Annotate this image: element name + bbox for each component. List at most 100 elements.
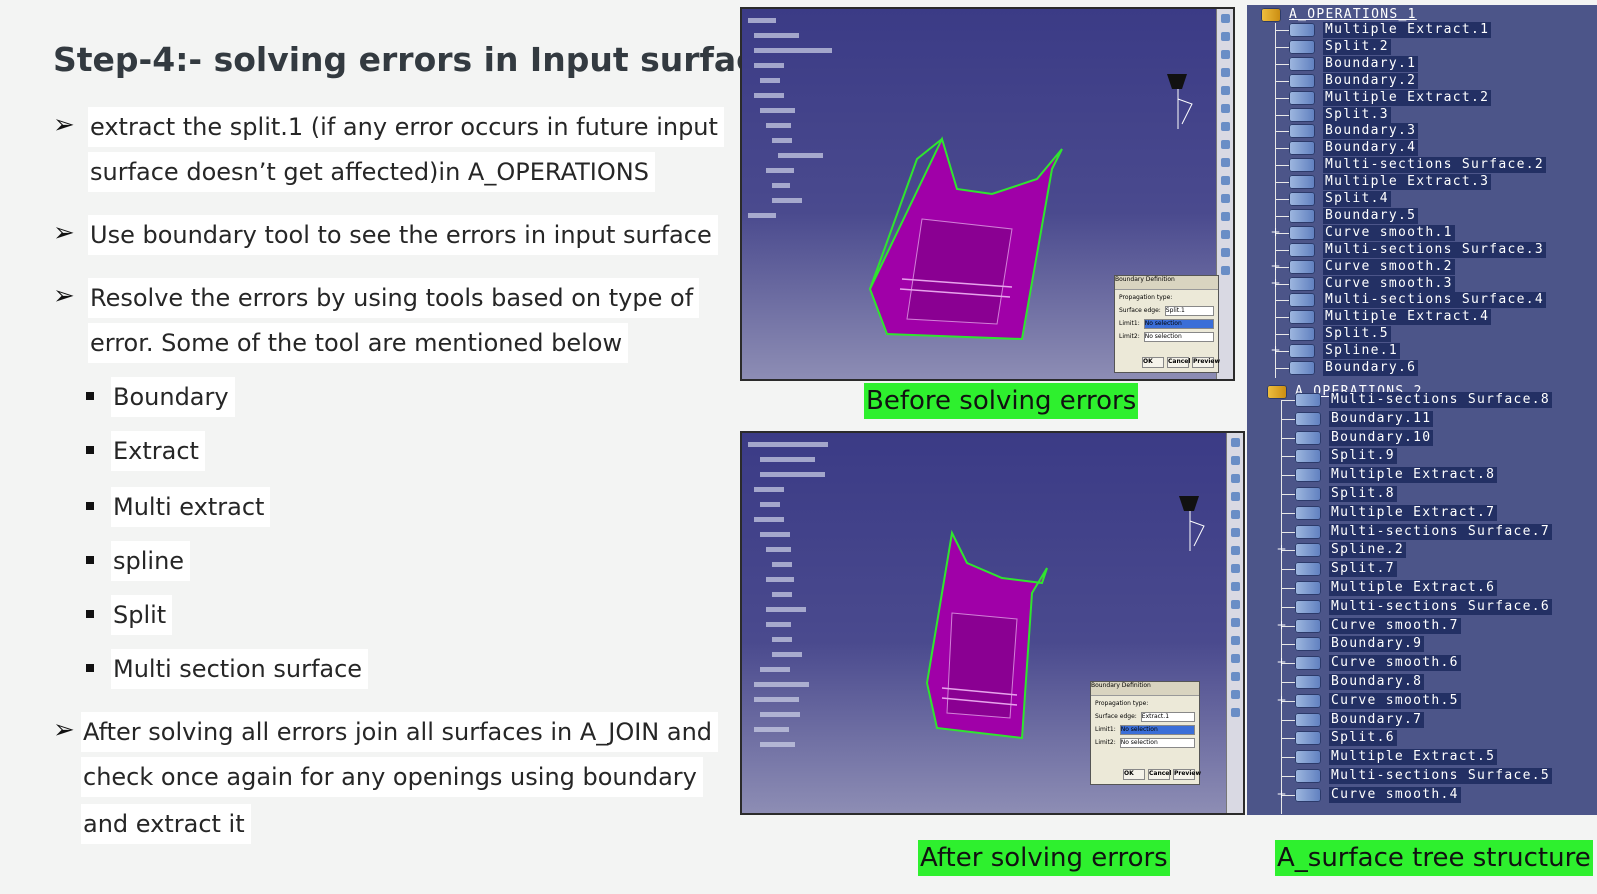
limit2-field[interactable]: No selection xyxy=(1143,331,1214,342)
tree-node-label: Multi-sections Surface.8 xyxy=(1329,392,1553,408)
caption-tree: A_surface tree structure xyxy=(1275,840,1593,876)
square-bullet-icon xyxy=(86,664,94,672)
bullet-1-line-2: surface doesn’t get affected)in A_OPERAT… xyxy=(88,152,655,192)
tree-node-label: Boundary.1 xyxy=(1323,55,1419,72)
tree-node[interactable]: Split.2 xyxy=(1289,38,1391,55)
extract-icon xyxy=(1295,505,1321,520)
ok-button[interactable]: OK xyxy=(1123,769,1145,780)
tree-node[interactable]: Multiple Extract.3 xyxy=(1289,174,1492,191)
tree-node[interactable]: Boundary.10 xyxy=(1295,429,1434,446)
limit1-label: Limit1: xyxy=(1119,320,1140,327)
boundary-icon xyxy=(1295,411,1321,426)
limit1-label: Limit1: xyxy=(1095,726,1116,733)
cad-spec-tree xyxy=(748,13,843,223)
tree-node[interactable]: Multiple Extract.7 xyxy=(1295,504,1498,521)
tree-node[interactable]: Split.7 xyxy=(1295,561,1397,578)
limit2-field[interactable]: No selection xyxy=(1119,737,1195,748)
tree-node-label: Boundary.9 xyxy=(1329,636,1425,653)
tree-root-node[interactable]: A_OPERATIONS_1 xyxy=(1261,7,1417,23)
tree-node[interactable]: Spline.2 xyxy=(1295,542,1407,559)
tree-node[interactable]: Boundary.3 xyxy=(1289,123,1419,140)
tree-node[interactable]: Curve smooth.6 xyxy=(1295,655,1461,672)
cad-toolbar[interactable] xyxy=(1226,433,1243,813)
extract-icon xyxy=(1289,23,1315,37)
tree-node-label: Curve smooth.7 xyxy=(1329,617,1461,634)
expand-icon[interactable]: + xyxy=(1270,260,1281,272)
tree-node[interactable]: Multi-sections Surface.8 xyxy=(1295,392,1553,408)
tree-node[interactable]: Split.5 xyxy=(1289,326,1391,343)
cancel-button[interactable]: Cancel xyxy=(1167,357,1190,368)
tree-node[interactable]: Spline.1 xyxy=(1289,343,1401,360)
arrow-bullet-icon: ➢ xyxy=(53,715,75,745)
tree-node-label: Boundary.7 xyxy=(1329,711,1425,728)
compass-axis-icon xyxy=(1179,496,1205,551)
square-bullet-icon xyxy=(86,502,94,510)
tree-node[interactable]: Curve smooth.1 xyxy=(1289,224,1455,241)
tree-node[interactable]: Multi-sections Surface.7 xyxy=(1295,523,1553,540)
tree-node[interactable]: Curve smooth.7 xyxy=(1295,617,1461,634)
tree-node[interactable]: Multi-sections Surface.6 xyxy=(1295,598,1553,615)
tree-node[interactable]: Multi-sections Surface.5 xyxy=(1295,768,1553,784)
tool-item: Extract xyxy=(111,431,205,471)
tree-node[interactable]: Curve smooth.5 xyxy=(1295,692,1461,709)
tool-item: Split xyxy=(111,595,173,635)
tree-node[interactable]: Boundary.5 xyxy=(1289,207,1419,224)
tree-node[interactable]: Boundary.2 xyxy=(1289,72,1419,89)
expand-icon[interactable]: + xyxy=(1276,619,1287,631)
extract-icon xyxy=(1289,175,1315,190)
limit1-field[interactable]: No selection xyxy=(1143,318,1214,329)
tree-node[interactable]: Curve smooth.4 xyxy=(1295,786,1461,803)
tree-node[interactable]: Boundary.8 xyxy=(1295,674,1425,690)
tree-node-label: Curve smooth.6 xyxy=(1329,655,1461,672)
tree-node[interactable]: Boundary.4 xyxy=(1289,140,1419,157)
surface-edge-field[interactable]: Split.1 xyxy=(1164,305,1214,316)
preview-button[interactable]: Preview xyxy=(1173,769,1201,780)
boundary-dialog: Boundary Definition Propagation type: Su… xyxy=(1090,681,1201,785)
tree-node[interactable]: Boundary.7 xyxy=(1295,711,1425,728)
tree-node[interactable]: Split.9 xyxy=(1295,448,1397,465)
tree-node[interactable]: Split.4 xyxy=(1289,191,1391,207)
arrow-bullet-icon: ➢ xyxy=(53,218,75,248)
expand-icon[interactable]: + xyxy=(1276,656,1287,668)
expand-icon[interactable]: + xyxy=(1270,226,1281,238)
tree-node[interactable]: Multiple Extract.6 xyxy=(1295,580,1498,596)
tree-node[interactable]: Split.6 xyxy=(1295,730,1397,747)
surface-edge-field[interactable]: Extract.1 xyxy=(1140,711,1195,722)
tree-node[interactable]: Multiple Extract.4 xyxy=(1289,309,1492,326)
tree-node[interactable]: Split.3 xyxy=(1289,106,1391,123)
limit1-field[interactable]: No selection xyxy=(1119,724,1195,735)
expand-icon[interactable]: + xyxy=(1276,694,1287,706)
tree-node[interactable]: Multi-sections Surface.4 xyxy=(1289,292,1547,309)
boundary-icon xyxy=(1289,56,1315,71)
expand-icon[interactable]: + xyxy=(1270,344,1281,356)
tree-node[interactable]: Multi-sections Surface.2 xyxy=(1289,157,1547,174)
curve-icon xyxy=(1289,259,1315,274)
tree-node[interactable]: Multiple Extract.8 xyxy=(1295,467,1498,484)
tree-node[interactable]: Curve smooth.2 xyxy=(1289,258,1455,275)
tree-node[interactable]: Multiple Extract.2 xyxy=(1289,89,1492,106)
tree-node[interactable]: Boundary.6 xyxy=(1289,360,1419,376)
preview-button[interactable]: Preview xyxy=(1192,357,1220,368)
tree-node[interactable]: Curve smooth.3 xyxy=(1289,275,1455,292)
boundary-icon xyxy=(1289,141,1315,156)
tree-node[interactable]: Boundary.1 xyxy=(1289,55,1419,72)
boundary-icon xyxy=(1295,675,1321,689)
tree-node-label: Boundary.5 xyxy=(1323,207,1419,224)
expand-icon[interactable]: + xyxy=(1276,788,1287,800)
arrow-bullet-icon: ➢ xyxy=(53,110,75,140)
expand-icon[interactable]: + xyxy=(1270,277,1281,289)
tree-node[interactable]: Boundary.9 xyxy=(1295,636,1425,653)
expand-icon[interactable]: + xyxy=(1276,543,1287,555)
tree-node[interactable]: Split.8 xyxy=(1295,486,1397,502)
surface-edge-label: Surface edge: xyxy=(1119,307,1161,314)
tree-node[interactable]: Boundary.11 xyxy=(1295,410,1434,427)
tree-node-label: Boundary.3 xyxy=(1323,123,1419,140)
tree-node-label: Multiple Extract.7 xyxy=(1329,504,1498,521)
ok-button[interactable]: OK xyxy=(1142,357,1164,368)
tool-item: Multi extract xyxy=(111,487,271,527)
tree-node[interactable]: Multiple Extract.5 xyxy=(1295,749,1498,766)
tree-node[interactable]: Multiple Extract.1 xyxy=(1289,22,1492,38)
tree-node[interactable]: Multi-sections Surface.3 xyxy=(1289,241,1547,258)
square-bullet-icon xyxy=(86,556,94,564)
cancel-button[interactable]: Cancel xyxy=(1148,769,1171,780)
